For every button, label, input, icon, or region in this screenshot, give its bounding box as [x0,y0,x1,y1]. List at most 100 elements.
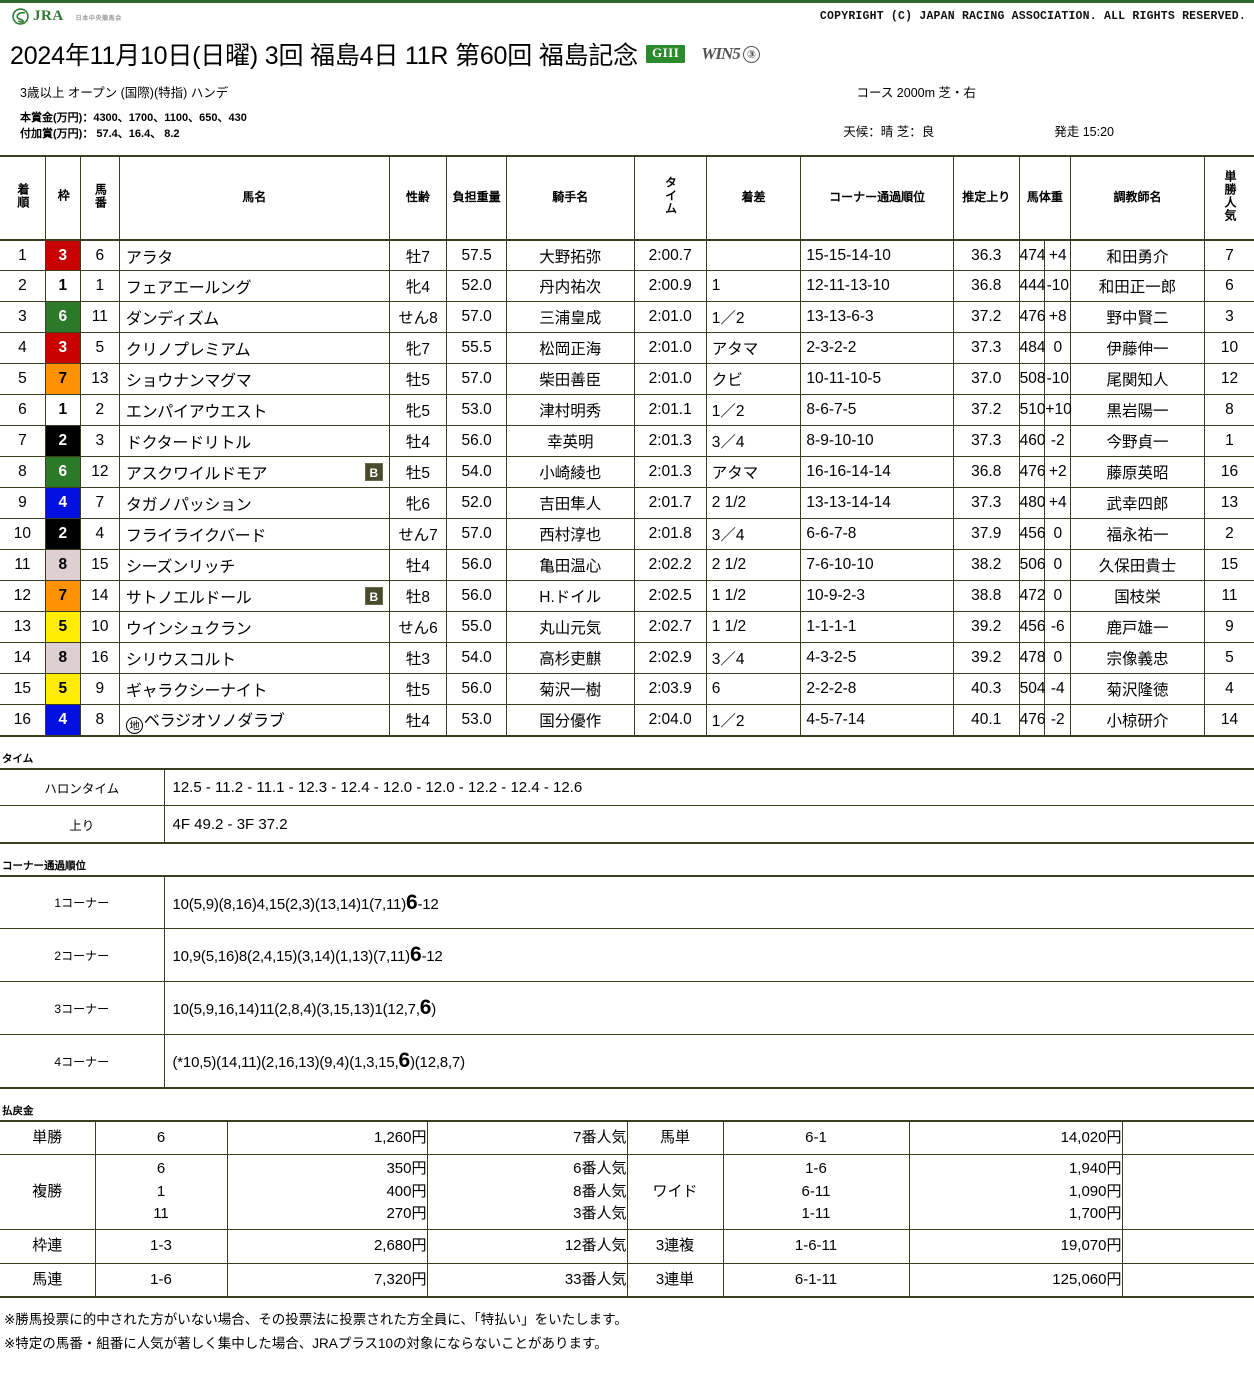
cell-trainer[interactable]: 鹿戸雄一 [1070,611,1205,644]
cell-jockey[interactable]: 西村淳也 [506,518,635,551]
cell-jockey[interactable]: 津村明秀 [506,394,635,427]
cell-jockey[interactable]: 国分優作 [506,704,635,737]
cell-horse-name[interactable]: フェアエールング [119,270,390,303]
race-conditions-row: 3歳以上 オープン (国際)(特指) ハンデ コース 2000m 芝・右 [10,72,1244,101]
cell-jockey[interactable]: 高杉吏麒 [506,642,635,675]
cell-horse-name[interactable]: クリノプレミアム [119,332,390,365]
cell-frame: 6 [45,456,81,489]
table-row: 14 8 16 シリウスコルト 牡3 54.0 高杉吏麒 2:02.9 3／4 4-3-2-5 39… [0,642,1254,675]
cell-jockey[interactable]: 吉田隼人 [506,487,635,520]
cell-horse-name[interactable]: ギャラクシーナイト [119,673,390,706]
cell-trainer[interactable]: 野中賢二 [1070,301,1205,334]
cell-horse-name[interactable]: エンパイアウエスト [119,394,390,427]
cell-horse-number: 1 [80,270,120,303]
table-body: 1 3 6 アラタ 牡7 57.5 大野拓弥 2:00.7 15-15-14-10 36.3 474… [0,239,1254,737]
cell-sex-age: せん7 [389,518,448,551]
cell-time: 2:00.9 [634,270,707,303]
cell-trainer[interactable]: 武幸四郎 [1070,487,1205,520]
cell-trainer[interactable]: 国枝栄 [1070,580,1205,613]
cell-trainer[interactable]: 和田正一郎 [1070,270,1205,303]
col-carried-weight: 負担重量 [446,155,507,241]
cell-trainer[interactable]: 今野貞一 [1070,425,1205,458]
cell-sex-age: 牡5 [389,363,448,396]
cell-order: 13 [0,611,46,644]
cell-horse-name[interactable]: アスクワイルドモア B [119,456,390,489]
cell-horse-number: 11 [80,301,120,334]
cell-body-weight: 456 [1019,611,1046,644]
cell-trainer[interactable]: 宗像義忠 [1070,642,1205,675]
cell-popularity: 3 [1204,301,1254,334]
cell-last-3f: 37.3 [953,425,1020,458]
cell-horse-name[interactable]: ショウナンマグマ [119,363,390,396]
cell-jockey[interactable]: 幸英明 [506,425,635,458]
cell-trainer[interactable]: 小椋研介 [1070,704,1205,737]
cell-order: 1 [0,239,46,272]
cell-corner: 8-9-10-10 [800,425,954,458]
cell-last-3f: 40.1 [953,704,1020,737]
cell-horse-name[interactable]: サトノエルドール B [119,580,390,613]
cell-trainer[interactable]: 久保田貴士 [1070,549,1205,582]
cell-trainer[interactable]: 藤原英昭 [1070,456,1205,489]
cell-jockey[interactable]: 三浦皇成 [506,301,635,334]
cell-trainer[interactable]: 伊藤伸一 [1070,332,1205,365]
footer-notes: ※勝馬投票に的中された方がいない場合、その投票法に投票された方全員に、「特払い」… [0,1298,1254,1363]
cell-trainer[interactable]: 尾関知人 [1070,363,1205,396]
cell-body-weight: 506 [1019,549,1046,582]
time-row-value: 4F 49.2 - 3F 37.2 [172,815,288,833]
cell-corner: 10-11-10-5 [800,363,954,396]
payout-bet-type: 3連単 [627,1263,724,1298]
cell-jockey[interactable]: 松岡正海 [506,332,635,365]
cell-jockey[interactable]: 亀田温心 [506,549,635,582]
cell-body-weight-diff: +2 [1044,456,1072,489]
table-row: 9 4 7 タガノパッション 牝6 52.0 吉田隼人 2:01.7 2 1/2 13-13-14… [0,487,1254,520]
race-course: コース 2000m 芝・右 [856,86,976,100]
payout-bet-type: 馬単 [627,1120,724,1156]
cell-horse-number: 16 [80,642,120,675]
payout-row: 複勝 6 1 11 350円 400円 270円 6番人気 8番人気 3番人気 ワイド 1-6 6-11… [0,1154,1254,1230]
cell-trainer[interactable]: 黒岩陽一 [1070,394,1205,427]
cell-body-weight-diff: 0 [1044,332,1072,365]
corner-row: 3コーナー 10(5,9,16,14)11(2,8,4)(3,15,13)1(12… [0,981,1254,1036]
cell-horse-name[interactable]: シーズンリッチ [119,549,390,582]
cell-time: 2:04.0 [634,704,707,737]
cell-time: 2:01.7 [634,487,707,520]
cell-horse-name[interactable]: 地ベラジオソノダラブ [119,704,390,737]
payout-combination: 1-3 [95,1229,228,1264]
prize-money: 本賞金(万円)：4300、1700、1100、650、430 [20,112,247,124]
cell-margin: アタマ [706,456,802,489]
cell-last-3f: 36.8 [953,456,1020,489]
cell-jockey[interactable]: H.ドイル [506,580,635,613]
cell-popularity: 12 [1204,363,1254,396]
jra-logo[interactable]: JRA 日本中央競馬会 [12,8,122,25]
corner-row-label: 1コーナー [0,875,165,930]
cell-jockey[interactable]: 小崎綾也 [506,456,635,489]
cell-popularity: 9 [1204,611,1254,644]
cell-body-weight: 478 [1019,642,1046,675]
cell-corner: 7-6-10-10 [800,549,954,582]
cell-jockey[interactable]: 柴田善臣 [506,363,635,396]
cell-horse-name[interactable]: シリウスコルト [119,642,390,675]
table-row: 2 1 1 フェアエールング 牝4 52.0 丹内祐次 2:00.9 1 12-11-13-10 3… [0,270,1254,303]
cell-body-weight-diff: -6 [1044,611,1072,644]
cell-jockey[interactable]: 丸山元気 [506,611,635,644]
payout-row: 枠連1-32,680円12番人気3連複1-6-1119,070円69番人気 [0,1229,1254,1264]
cell-jockey[interactable]: 菊沢一樹 [506,673,635,706]
cell-horse-name[interactable]: フライライクバード [119,518,390,551]
cell-jockey[interactable]: 丹内祐次 [506,270,635,303]
cell-horse-name[interactable]: アラタ [119,239,390,272]
cell-horse-name[interactable]: タガノパッション [119,487,390,520]
cell-trainer[interactable]: 和田勇介 [1070,239,1205,272]
cell-body-weight-diff: 0 [1044,642,1072,675]
cell-horse-name[interactable]: ウインシュクラン [119,611,390,644]
cell-popularity: 15 [1204,549,1254,582]
cell-last-3f: 38.8 [953,580,1020,613]
cell-horse-name[interactable]: ダンディズム [119,301,390,334]
cell-horse-name[interactable]: ドクタードリトル [119,425,390,458]
cell-popularity: 1 [1204,425,1254,458]
payout-popularity: 6番人気 8番人気 3番人気 [427,1154,628,1230]
cell-jockey[interactable]: 大野拓弥 [506,239,635,272]
cell-trainer[interactable]: 福永祐一 [1070,518,1205,551]
cell-horse-number: 4 [80,518,120,551]
cell-trainer[interactable]: 菊沢隆徳 [1070,673,1205,706]
corner-winner-number: 6 [406,890,418,914]
